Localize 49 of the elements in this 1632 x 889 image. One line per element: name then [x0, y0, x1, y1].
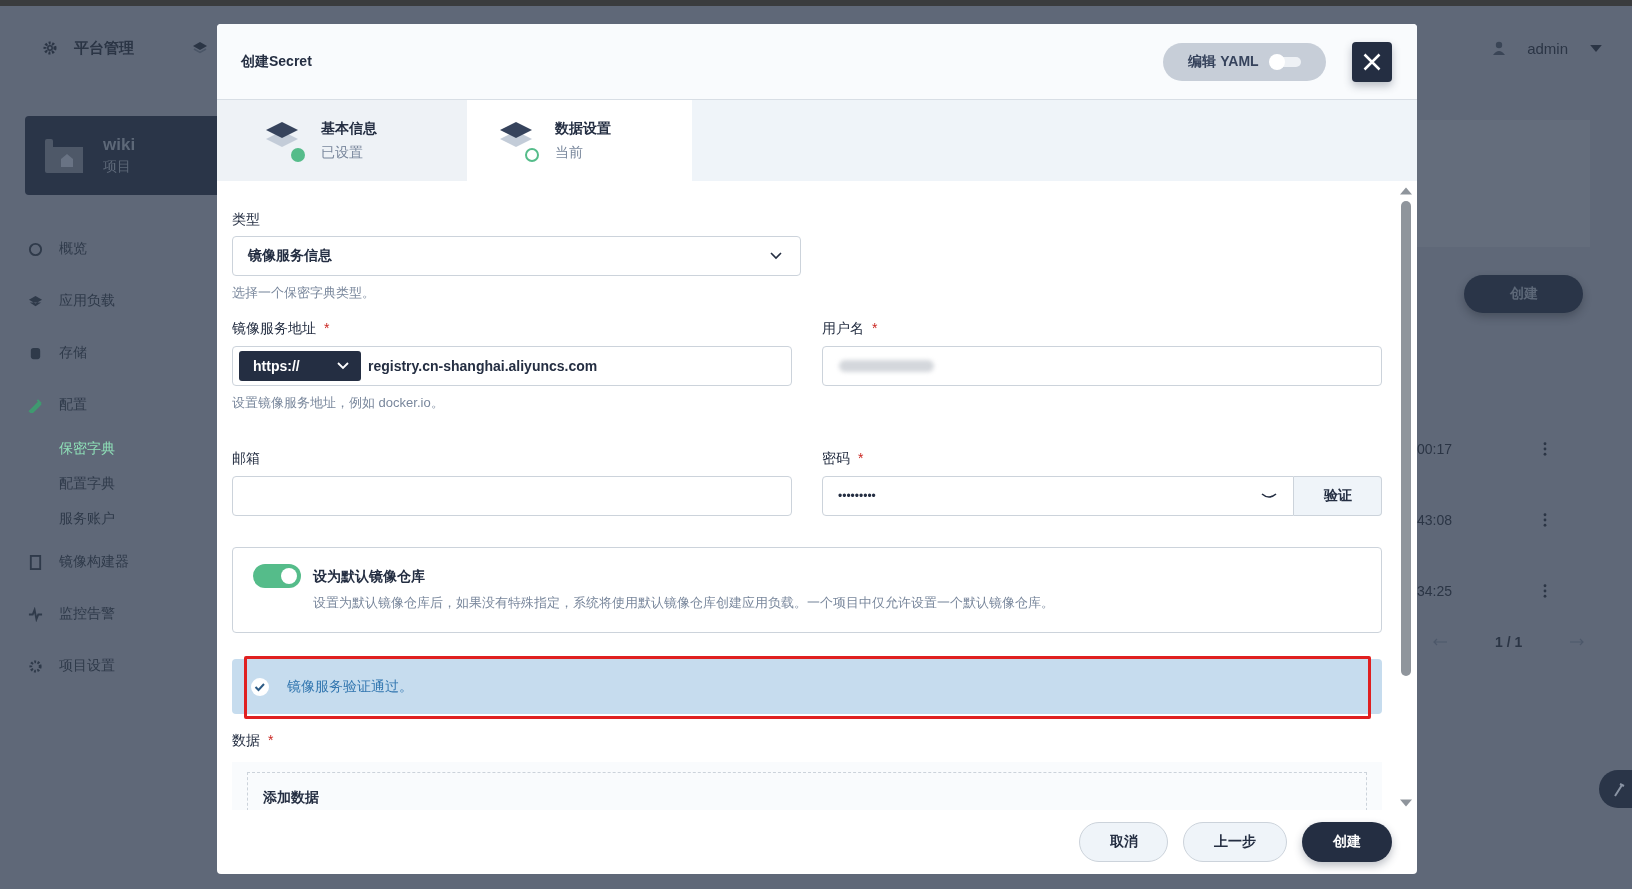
password-field[interactable]: •••••••••	[822, 476, 1294, 516]
field-label: 镜像服务地址	[232, 319, 316, 338]
verify-button[interactable]: 验证	[1294, 476, 1382, 516]
footer-button[interactable]: 取消	[1079, 822, 1168, 862]
chevron-down-icon	[337, 362, 349, 370]
footer-button[interactable]: 上一步	[1183, 822, 1287, 862]
more-icon[interactable]	[1543, 441, 1547, 456]
scrollbar-thumb[interactable]	[1401, 201, 1411, 676]
scroll-down-icon[interactable]	[1400, 799, 1412, 807]
registry-address-value: registry.cn-shanghai.aliyuncs.com	[368, 358, 598, 374]
type-select[interactable]: 镜像服务信息	[232, 236, 801, 276]
registry-address-field[interactable]: https:// registry.cn-shanghai.aliyuncs.com	[232, 346, 792, 386]
field-label: 密码	[822, 449, 850, 468]
email-field[interactable]	[232, 476, 792, 516]
field-label: 类型	[232, 210, 261, 229]
project-icon	[45, 136, 83, 175]
field-label: 用户名	[822, 319, 864, 338]
required-mark: *	[324, 320, 330, 336]
username-field[interactable]	[822, 346, 1382, 386]
scroll-up-icon[interactable]	[1400, 187, 1412, 195]
edit-yaml-toggle[interactable]: 编辑 YAML	[1163, 42, 1326, 81]
step-tab[interactable]: 数据设置 当前	[467, 100, 692, 181]
caret-icon	[1590, 44, 1602, 52]
field-hint: 设置镜像服务地址，例如 docker.io。	[232, 394, 445, 412]
hammer-icon	[1611, 781, 1627, 797]
gear-icon	[42, 40, 58, 56]
chevron-down-icon	[770, 252, 782, 260]
field-label: 数据	[232, 731, 260, 750]
more-icon[interactable]	[1543, 583, 1547, 598]
required-mark: *	[872, 320, 878, 336]
required-mark: *	[858, 450, 864, 466]
protocol-select[interactable]: https://	[239, 351, 361, 381]
toggle-description: 设置为默认镜像仓库后，如果没有特殊指定，系统将使用默认镜像仓库创建应用负载。一个项目中仅允许设置一个默认镜像仓库。	[313, 594, 1054, 612]
required-mark: *	[268, 732, 274, 748]
default-registry-toggle[interactable]	[253, 564, 301, 588]
alert-message: 镜像服务验证通过。	[287, 677, 413, 696]
close-icon	[1362, 51, 1382, 72]
field-label: 邮箱	[232, 449, 260, 468]
dialog-title: 创建Secret	[241, 52, 312, 71]
user-icon	[1491, 40, 1508, 56]
submenu-item[interactable]: 保密字典	[59, 439, 115, 458]
more-icon[interactable]	[1543, 512, 1547, 527]
layers-icon	[192, 40, 208, 56]
create-button[interactable]: 创建	[1302, 822, 1392, 862]
field-hint: 选择一个保密字典类型。	[232, 284, 376, 302]
eye-closed-icon[interactable]	[1261, 492, 1277, 500]
toggle-title: 设为默认镜像仓库	[313, 567, 426, 586]
check-circle-icon	[250, 676, 270, 697]
close-button[interactable]	[1352, 41, 1392, 82]
